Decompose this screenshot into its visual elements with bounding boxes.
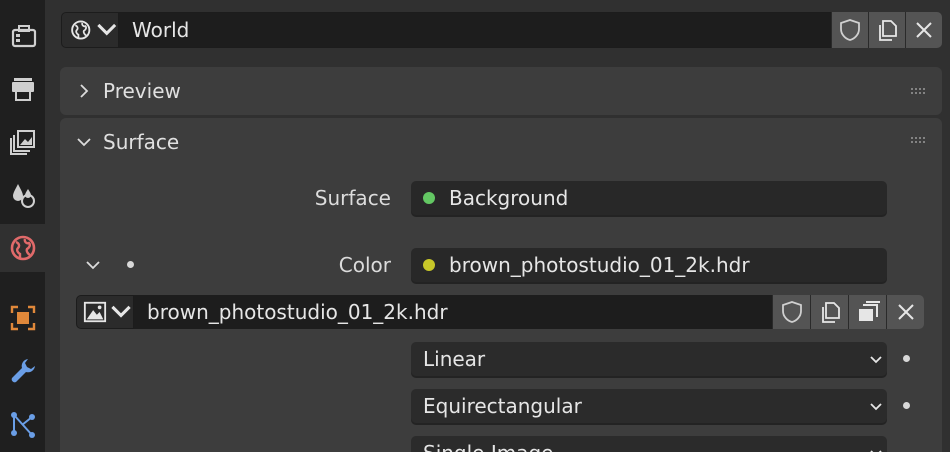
world-name-field[interactable]: World bbox=[119, 12, 831, 48]
chevron-down-icon bbox=[870, 403, 882, 411]
world-icon bbox=[10, 235, 35, 261]
chevron-down-icon bbox=[870, 450, 882, 452]
color-label: Color bbox=[338, 253, 391, 277]
properties-editor: World Preview Surface Surface Background… bbox=[45, 0, 950, 452]
preview-panel-title: Preview bbox=[103, 79, 181, 103]
close-icon bbox=[916, 22, 932, 38]
surface-panel-title: Surface bbox=[103, 130, 180, 154]
image-datablock-selector: brown_photostudio_01_2k.hdr bbox=[76, 295, 924, 329]
drag-grip-icon[interactable] bbox=[910, 87, 928, 95]
surface-shader-field[interactable]: Background bbox=[411, 181, 887, 215]
tab-tool[interactable] bbox=[0, 12, 45, 60]
chevron-down-icon bbox=[77, 138, 91, 147]
shield-icon bbox=[781, 301, 802, 323]
source-value: Single Image bbox=[423, 441, 553, 452]
tab-output[interactable] bbox=[0, 118, 45, 166]
chevron-right-icon bbox=[80, 84, 89, 98]
unlink-button[interactable] bbox=[905, 12, 942, 48]
image-name-field[interactable]: brown_photostudio_01_2k.hdr bbox=[134, 295, 772, 329]
duplicate-button[interactable] bbox=[810, 295, 848, 329]
unlink-button[interactable] bbox=[886, 295, 924, 329]
open-image-button[interactable] bbox=[848, 295, 886, 329]
shader-socket-dot bbox=[423, 192, 435, 204]
preview-panel: Preview bbox=[60, 67, 942, 115]
collapse-chevron-icon[interactable] bbox=[84, 256, 102, 274]
tab-view-layer[interactable] bbox=[0, 171, 45, 219]
keyframe-dot[interactable] bbox=[127, 261, 134, 268]
tab-render[interactable] bbox=[0, 66, 45, 114]
fake-user-button[interactable] bbox=[772, 295, 810, 329]
drops-icon bbox=[12, 184, 35, 208]
keyframe-dot[interactable] bbox=[903, 355, 910, 362]
duplicate-icon bbox=[821, 302, 840, 323]
surface-shader-value: Background bbox=[449, 186, 569, 210]
close-icon bbox=[897, 304, 914, 320]
shield-icon bbox=[840, 19, 860, 41]
wrench-icon bbox=[11, 359, 35, 383]
fake-user-button[interactable] bbox=[831, 12, 868, 48]
world-browse-button[interactable] bbox=[61, 12, 119, 48]
chevron-down-icon bbox=[870, 356, 882, 364]
chevron-down-icon bbox=[96, 23, 116, 36]
duplicate-icon bbox=[879, 20, 897, 41]
surface-label: Surface bbox=[314, 186, 391, 210]
toolbox-icon bbox=[11, 25, 36, 48]
keyframe-dot[interactable] bbox=[903, 402, 910, 409]
world-datablock-selector: World bbox=[61, 12, 942, 48]
interpolation-value: Linear bbox=[423, 347, 486, 371]
image-stack-icon bbox=[9, 130, 35, 155]
duplicate-button[interactable] bbox=[868, 12, 905, 48]
world-icon bbox=[71, 20, 91, 40]
properties-tab-bar bbox=[0, 0, 45, 452]
image-icon bbox=[83, 301, 107, 323]
color-input-field[interactable]: brown_photostudio_01_2k.hdr bbox=[411, 248, 887, 282]
image-browse-button[interactable] bbox=[76, 295, 134, 329]
tab-modifier[interactable] bbox=[0, 347, 45, 395]
projection-select[interactable]: Equirectangular bbox=[411, 389, 887, 423]
surface-panel-header[interactable]: Surface bbox=[60, 118, 942, 166]
preview-panel-header[interactable]: Preview bbox=[60, 67, 942, 115]
chevron-down-icon bbox=[111, 305, 131, 318]
tab-world[interactable] bbox=[0, 224, 45, 272]
drag-grip-icon[interactable] bbox=[910, 136, 928, 144]
node-icon bbox=[10, 412, 35, 438]
tab-particles[interactable] bbox=[0, 400, 45, 448]
color-socket-dot bbox=[423, 259, 435, 271]
printer-icon bbox=[11, 78, 34, 101]
tab-object[interactable] bbox=[0, 294, 45, 342]
projection-value: Equirectangular bbox=[423, 394, 582, 418]
file-open-icon bbox=[858, 301, 880, 321]
interpolation-select[interactable]: Linear bbox=[411, 342, 887, 376]
source-select[interactable]: Single Image bbox=[411, 436, 887, 452]
object-icon bbox=[10, 305, 35, 331]
color-input-value: brown_photostudio_01_2k.hdr bbox=[449, 253, 750, 277]
